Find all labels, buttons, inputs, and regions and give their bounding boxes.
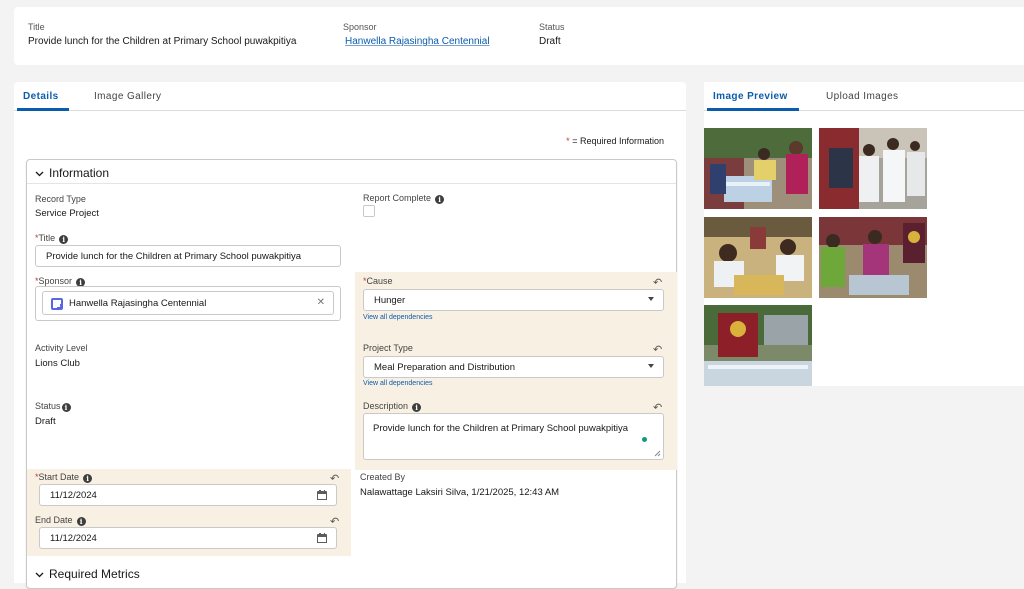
image-thumbnail[interactable] [819,128,927,209]
tab-details-underline [17,108,69,111]
clear-icon[interactable]: ✕ [317,297,325,308]
header-status-field: Status Draft [539,22,565,47]
title-label-text: Title [38,233,56,243]
sponsor-pill-text: Hanwella Rajasingha Centennial [69,298,207,309]
report-complete-label: Report Complete i [363,193,445,204]
info-icon[interactable]: i [435,195,445,204]
header-status-label: Status [539,22,565,32]
end-date-label: End Date i [35,515,86,526]
cause-dependencies-link[interactable]: View all dependencies [363,314,433,321]
end-date-label-text: End Date [35,515,73,525]
status-value: Draft [35,416,56,427]
title-input[interactable]: Provide lunch for the Children at Primar… [35,245,341,267]
created-by-value: Nalawattage Laksiri Silva, 1/21/2025, 12… [360,487,560,498]
details-tabset: Details Image Gallery [14,82,686,111]
record-form: Information Record Type Service Project … [26,159,677,589]
end-date-value: 11/12/2024 [50,533,97,544]
header-status-value: Draft [539,36,561,47]
start-date-label: *Start Date i [35,472,93,483]
image-tabset: Image Preview Upload Images [704,82,1024,111]
tab-details[interactable]: Details [23,91,59,102]
description-label: Description i [363,401,422,412]
calendar-icon[interactable] [317,533,327,543]
dropdown-caret-icon [648,297,654,301]
account-icon [51,298,63,310]
sponsor-lookup: Hanwella Rajasingha Centennial ✕ [35,286,341,321]
activity-level-label: Activity Level [35,343,88,353]
header-title-label: Title [28,22,45,32]
tab-image-preview[interactable]: Image Preview [713,91,788,102]
resize-handle-icon[interactable] [654,450,661,457]
header-title-field: Title Provide lunch for the Children at … [28,22,296,47]
report-complete-checkbox[interactable] [363,205,375,217]
sponsor-pill[interactable]: Hanwella Rajasingha Centennial ✕ [42,291,334,315]
dropdown-caret-icon [648,364,654,368]
header-sponsor-label: Sponsor [343,22,377,32]
status-label-text: Status [35,401,61,411]
description-textarea[interactable]: Provide lunch for the Children at Primar… [363,413,664,460]
calendar-icon[interactable] [317,490,327,500]
project-type-dependencies-link[interactable]: View all dependencies [363,380,433,387]
undo-icon[interactable]: ↶ [653,276,662,289]
image-panel: Image Preview Upload Images [704,82,1024,386]
required-info-note: * = Required Information [566,136,664,146]
details-panel: Details Image Gallery * = Required Infor… [14,82,686,589]
cause-select[interactable]: Hunger [363,289,664,311]
cause-select-value: Hunger [374,295,406,306]
end-date-input[interactable]: 11/12/2024 [39,527,337,549]
record-type-label: Record Type [35,194,86,204]
record-type-value: Service Project [35,208,99,219]
cause-label-text: Cause [366,276,393,286]
record-header: Title Provide lunch for the Children at … [14,7,1024,65]
info-icon[interactable]: i [76,517,86,526]
start-date-label-text: Start Date [38,472,80,482]
section-information-title: Information [49,166,110,180]
sponsor-label-text: Sponsor [38,276,73,286]
project-type-label: Project Type [363,343,413,353]
section-required-metrics-title: Required Metrics [49,567,140,581]
start-date-input[interactable]: 11/12/2024 [39,484,337,506]
image-thumbnail[interactable] [704,128,812,209]
project-type-select-value: Meal Preparation and Distribution [374,362,515,373]
info-icon[interactable]: i [61,403,71,412]
info-icon[interactable]: i [59,235,69,244]
cause-label: *Cause [363,276,393,286]
grammar-status-dot [642,437,647,442]
header-sponsor-link[interactable]: Hanwella Rajasingha Centennial [345,36,490,47]
chevron-down-icon [35,570,45,581]
tab-image-gallery[interactable]: Image Gallery [94,91,161,102]
header-sponsor-field: Sponsor Hanwella Rajasingha Centennial [343,22,490,47]
section-divider [27,183,676,184]
image-thumbnail[interactable] [704,305,812,386]
tab-image-preview-underline [707,108,799,111]
section-required-metrics-toggle[interactable]: Required Metrics [35,567,140,581]
project-type-select[interactable]: Meal Preparation and Distribution [363,356,664,378]
section-information-toggle[interactable]: Information [35,166,109,180]
image-thumbnail[interactable] [819,217,927,298]
created-by-label: Created By [360,472,406,482]
status-label: Status i [35,401,71,412]
activity-level-value: Lions Club [35,358,80,369]
title-label: *Title i [35,233,69,244]
description-text: Provide lunch for the Children at Primar… [373,423,629,434]
start-date-value: 11/12/2024 [50,490,97,501]
undo-icon[interactable]: ↶ [653,343,662,356]
info-icon[interactable]: i [412,403,422,412]
description-label-text: Description [363,401,409,411]
tab-upload-images[interactable]: Upload Images [826,91,898,102]
report-complete-label-text: Report Complete [363,193,432,203]
chevron-down-icon [35,169,45,180]
info-icon[interactable]: i [83,474,93,483]
required-info-text: = Required Information [569,136,664,146]
image-thumbnail[interactable] [704,217,812,298]
header-title-value: Provide lunch for the Children at Primar… [28,36,297,47]
